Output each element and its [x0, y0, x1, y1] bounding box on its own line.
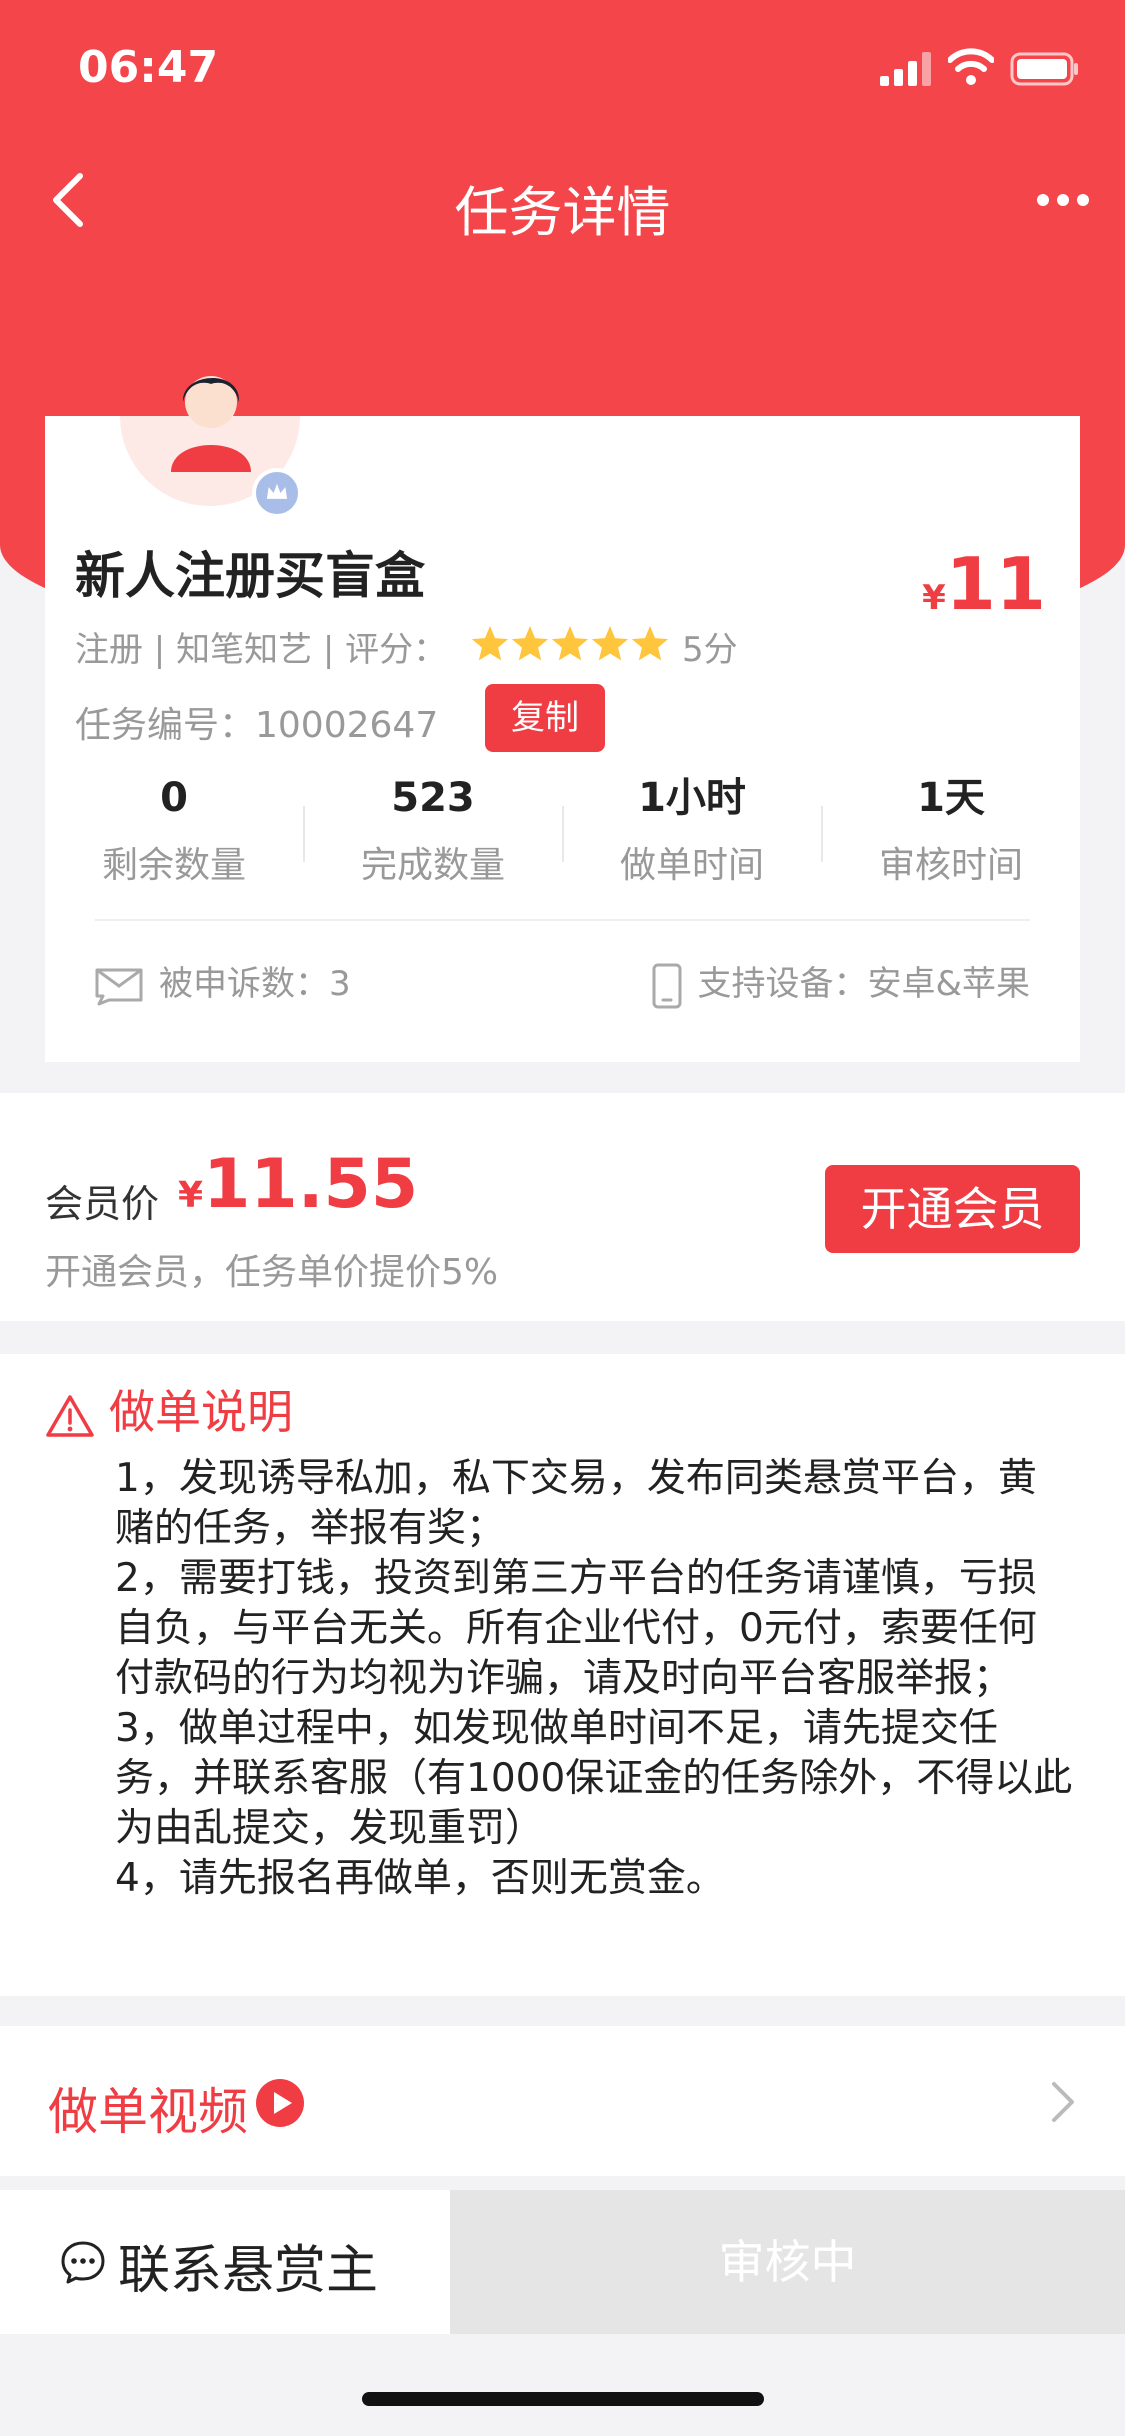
task-title: 新人注册买盲盒	[75, 547, 425, 605]
member-section: 会员价 ¥11.55 开通会员，任务单价提价5% 开通会员	[0, 1093, 1125, 1321]
price-currency: ¥	[922, 578, 946, 618]
task-card: 新人注册买盲盒 ¥11 注册 | 知笔知艺 | 评分： 5分 任务编号：1000…	[45, 376, 1080, 1062]
task-price: ¥11	[922, 542, 1046, 626]
stat-remaining: 0 剩余数量	[45, 772, 303, 888]
complaint-count: 被申诉数：3	[93, 956, 351, 1006]
instruction-item: 4，请先报名再做单，否则无赏金。	[115, 1856, 725, 1901]
wifi-icon	[948, 48, 994, 85]
stat-label: 审核时间	[878, 845, 1023, 886]
crown-badge-icon	[252, 468, 302, 518]
star-icon	[471, 626, 509, 661]
chat-icon	[61, 2241, 105, 2284]
stat-label: 做单时间	[619, 845, 764, 886]
member-currency: ¥	[178, 1175, 204, 1216]
instruction-item: 1，发现诱导私加，私下交易，发布同类悬赏平台，黄赌的任务，举报有奖；	[115, 1456, 1037, 1551]
video-label: 做单视频	[48, 2083, 248, 2141]
signal-icon	[880, 52, 931, 86]
more-icon[interactable]	[1036, 190, 1090, 210]
price-value: 11	[945, 542, 1046, 626]
status-bar: 06:47	[0, 0, 1125, 130]
complaint-icon	[95, 968, 143, 1005]
stat-label: 完成数量	[360, 845, 505, 886]
status-time: 06:47	[78, 42, 219, 93]
stat-work-time: 1小时 做单时间	[563, 772, 821, 888]
rating-stars	[471, 626, 669, 661]
task-number: 任务编号：10002647	[75, 705, 439, 746]
instructions-title: 做单说明	[109, 1385, 293, 1439]
open-membership-button[interactable]: 开通会员	[825, 1165, 1080, 1253]
instruction-item: 2，需要打钱，投资到第三方平台的任务请谨慎，亏损自负，与平台无关。所有企业代付，…	[115, 1556, 1037, 1701]
stat-completed: 523 完成数量	[304, 772, 562, 888]
instructions-heading: 做单说明	[45, 1376, 293, 1442]
complaint-text: 被申诉数：3	[159, 964, 351, 1004]
contact-publisher-button[interactable]: 联系悬赏主	[0, 2190, 450, 2334]
member-subtitle: 开通会员，任务单价提价5%	[45, 1252, 499, 1293]
video-row[interactable]: 做单视频	[0, 2026, 1125, 2176]
avatar-icon	[171, 376, 251, 472]
phone-icon	[652, 963, 682, 1008]
stat-label: 剩余数量	[101, 845, 246, 886]
task-meta: 注册 | 知笔知艺 | 评分：	[75, 630, 448, 670]
play-icon	[256, 2079, 304, 2127]
battery-icon	[1010, 52, 1078, 86]
stat-value: 523	[391, 775, 475, 821]
bottom-bar: 联系悬赏主 审核中	[0, 2190, 1125, 2334]
stat-value: 1小时	[638, 775, 746, 821]
devices-text: 支持设备：安卓&苹果	[697, 964, 1030, 1004]
stat-value: 1天	[917, 775, 985, 821]
review-status-button: 审核中	[450, 2190, 1125, 2334]
member-price: ¥11.55	[178, 1145, 418, 1224]
instructions-body: 1，发现诱导私加，私下交易，发布同类悬赏平台，黄赌的任务，举报有奖； 2，需要打…	[115, 1454, 1075, 1904]
home-indicator	[362, 2392, 764, 2406]
contact-label: 联系悬赏主	[118, 2241, 379, 2301]
star-icon	[591, 626, 629, 661]
nav-bar: 任务详情	[0, 150, 1125, 250]
instructions-section: 做单说明 1，发现诱导私加，私下交易，发布同类悬赏平台，黄赌的任务，举报有奖； …	[0, 1354, 1125, 1996]
page-title: 任务详情	[454, 181, 671, 244]
divider	[95, 919, 1030, 921]
instruction-item: 3，做单过程中，如发现做单时间不足，请先提交任务，并联系客服（有1000保证金的…	[115, 1706, 1073, 1851]
stat-value: 0	[160, 775, 188, 821]
star-icon	[511, 626, 549, 661]
supported-devices: 支持设备：安卓&苹果	[651, 956, 1030, 1009]
rating-text: 5分	[682, 630, 738, 670]
warning-icon	[46, 1394, 94, 1437]
chevron-right-icon	[1052, 2082, 1074, 2122]
member-label: 会员价	[45, 1182, 160, 1226]
star-icon	[631, 626, 669, 661]
star-icon	[551, 626, 589, 661]
stat-review-time: 1天 审核时间	[822, 772, 1080, 888]
member-price-value: 11.55	[203, 1145, 419, 1224]
copy-button[interactable]: 复制	[485, 684, 605, 752]
